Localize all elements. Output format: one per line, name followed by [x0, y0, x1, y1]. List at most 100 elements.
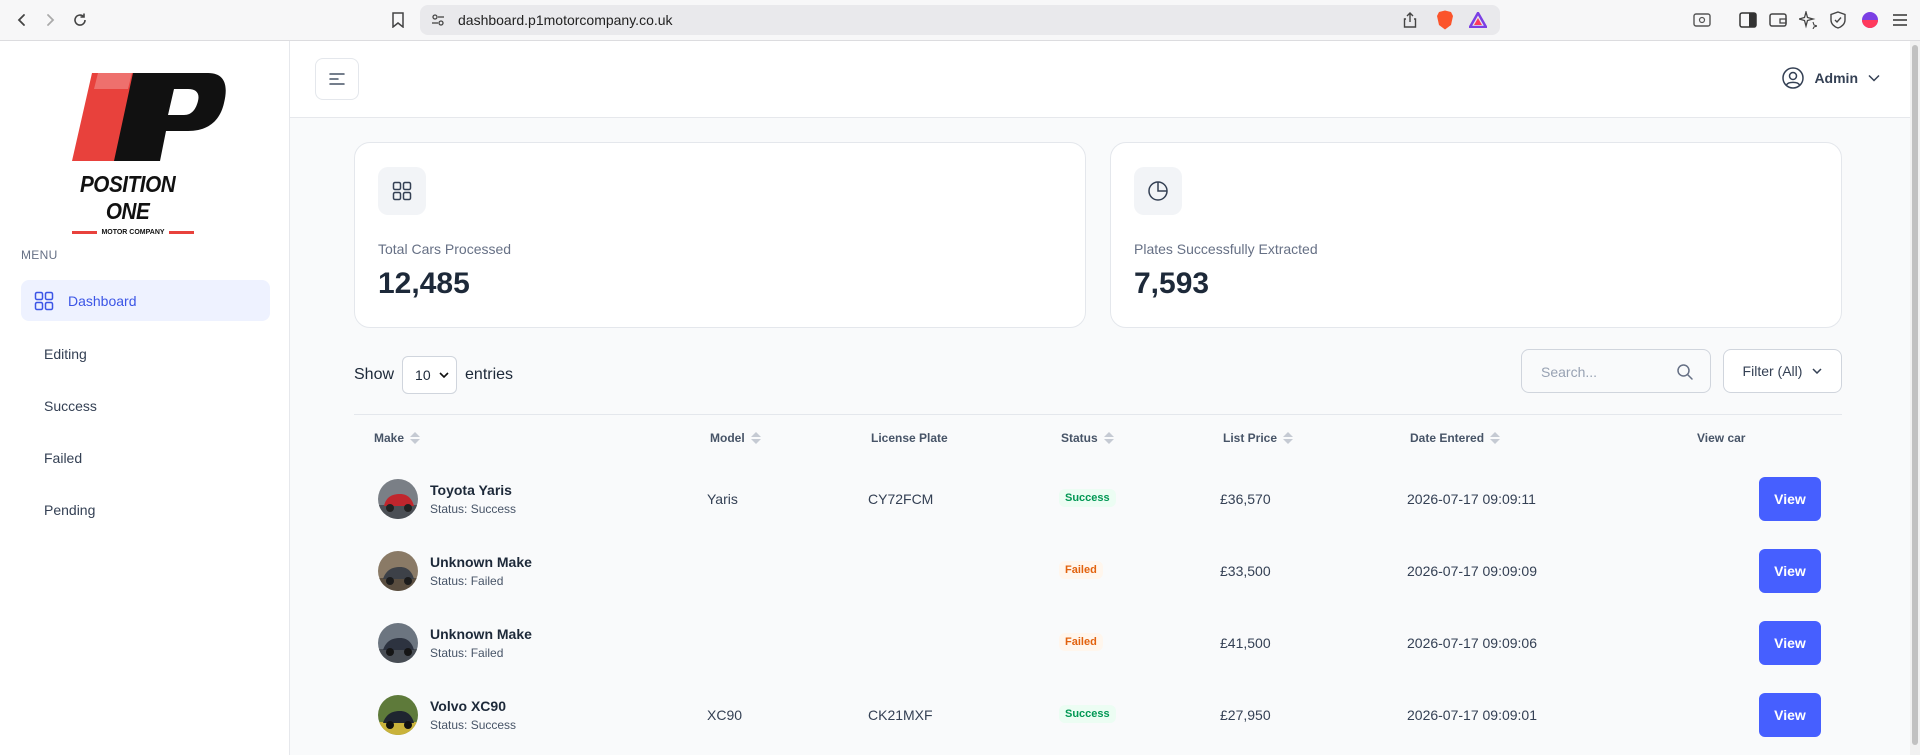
browser-toolbar: dashboard.p1motorcompany.co.uk	[0, 0, 1920, 41]
sort-icon[interactable]	[410, 432, 421, 444]
sort-icon[interactable]	[750, 432, 761, 444]
view-button[interactable]: View	[1759, 621, 1821, 665]
table-controls: Show 10 entries Search... Filter (All)	[354, 349, 1842, 400]
hamburger-menu-icon[interactable]	[1890, 10, 1910, 30]
sidebar-toggle-icon[interactable]	[1738, 10, 1758, 30]
menu-heading: MENU	[21, 248, 58, 262]
chevron-down-icon	[1868, 74, 1880, 82]
pie-chart-icon	[1134, 167, 1182, 215]
stat-value: 7,593	[1134, 267, 1210, 300]
filter-dropdown[interactable]: Filter (All)	[1723, 349, 1842, 393]
table-row: Toyota Yaris Status: Success Yaris CY72F…	[354, 463, 1842, 535]
bookmark-icon[interactable]	[388, 10, 408, 30]
chevron-down-icon	[1812, 368, 1822, 374]
table-row: Unknown Make Status: Failed Failed £33,5…	[354, 535, 1842, 607]
column-header-status[interactable]: Status	[1061, 431, 1114, 445]
status-badge: Success	[1059, 705, 1116, 723]
brand-line-left	[72, 231, 98, 234]
column-header-date-entered[interactable]: Date Entered	[1410, 431, 1501, 445]
entries-select[interactable]: 10	[402, 356, 458, 394]
date-entered: 2026-07-17 09:09:09	[1407, 563, 1537, 579]
entries-control: Show 10 entries	[354, 356, 513, 394]
brave-rewards-icon[interactable]	[1468, 10, 1488, 30]
sidebar-item-dashboard[interactable]: Dashboard	[21, 280, 270, 321]
vpn-shield-icon[interactable]	[1828, 10, 1848, 30]
dashboard-grid-icon	[34, 291, 54, 311]
column-header-license-plate: License Plate	[871, 431, 948, 445]
wallet-icon[interactable]	[1768, 10, 1788, 30]
view-button[interactable]: View	[1759, 477, 1821, 521]
back-icon[interactable]	[10, 8, 34, 32]
address-bar[interactable]: dashboard.p1motorcompany.co.uk	[420, 5, 1500, 35]
search-input[interactable]: Search...	[1521, 349, 1711, 393]
brave-shield-icon[interactable]	[1435, 10, 1455, 30]
list-price: £27,950	[1220, 707, 1271, 723]
car-make: Volvo XC90	[430, 698, 506, 714]
table-row: Volvo XC90 Status: Success XC90 CK21MXF …	[354, 679, 1842, 751]
column-label: Date Entered	[1410, 431, 1485, 445]
scrollbar-thumb[interactable]	[1912, 45, 1918, 745]
car-status-text: Status: Failed	[430, 646, 504, 660]
filter-label: Filter (All)	[1742, 363, 1803, 379]
column-label: Model	[710, 431, 745, 445]
search-placeholder: Search...	[1541, 364, 1598, 380]
brand-logo[interactable]: POSITION ONE MOTOR COMPANY	[70, 69, 230, 236]
sidebar-item-failed[interactable]: Failed	[21, 437, 270, 478]
car-thumbnail	[378, 695, 418, 735]
reader-mode-icon[interactable]	[1692, 10, 1712, 30]
forward-icon[interactable]	[38, 8, 62, 32]
list-price: £41,500	[1220, 635, 1271, 651]
page-scrollbar[interactable]	[1910, 41, 1920, 755]
stat-value: 12,485	[378, 267, 470, 300]
view-button[interactable]: View	[1759, 693, 1821, 737]
column-header-view-car: View car	[1697, 431, 1745, 445]
date-entered: 2026-07-17 09:09:11	[1407, 491, 1536, 507]
sort-icon[interactable]	[1283, 432, 1294, 444]
column-header-model[interactable]: Model	[710, 431, 761, 445]
stat-label: Total Cars Processed	[378, 241, 512, 257]
column-header-list-price[interactable]: List Price	[1223, 431, 1294, 445]
sidebar-item-success[interactable]: Success	[21, 385, 270, 426]
site-settings-icon[interactable]	[428, 10, 448, 30]
sidebar-item-label: Success	[44, 397, 97, 414]
user-menu[interactable]: Admin	[1782, 67, 1880, 89]
sort-icon[interactable]	[1490, 432, 1501, 444]
column-label: View car	[1697, 431, 1746, 445]
brand-line-right	[168, 231, 195, 234]
column-header-make[interactable]: Make	[374, 431, 421, 445]
stat-label: Plates Successfully Extracted	[1134, 241, 1318, 257]
car-status-text: Status: Failed	[430, 574, 504, 588]
column-label: License Plate	[871, 431, 948, 445]
search-icon[interactable]	[1676, 363, 1694, 381]
profile-icon[interactable]	[1860, 10, 1880, 30]
column-label: Make	[374, 431, 405, 445]
view-button[interactable]: View	[1759, 549, 1821, 593]
list-price: £36,570	[1220, 491, 1271, 507]
car-make: Unknown Make	[430, 626, 532, 642]
sidebar-toggle-button[interactable]	[315, 58, 359, 100]
entries-label: entries	[465, 366, 514, 383]
license-plate: CY72FCM	[868, 491, 934, 507]
logo-mark-icon	[72, 73, 226, 161]
sidebar-item-label: Failed	[44, 449, 83, 466]
sort-icon[interactable]	[1103, 432, 1114, 444]
share-icon[interactable]	[1400, 10, 1420, 30]
brand-subtitle-row: MOTOR COMPANY	[72, 229, 195, 236]
sidebar: POSITION ONE MOTOR COMPANY MENU Dashboar…	[0, 41, 290, 755]
table-row: Unknown Make Status: Failed Failed £41,5…	[354, 607, 1842, 679]
brand-subtitle: MOTOR COMPANY	[101, 229, 165, 236]
sidebar-item-label: Pending	[44, 501, 96, 518]
reload-icon[interactable]	[68, 8, 92, 32]
app-header: Admin	[290, 41, 1910, 118]
date-entered: 2026-07-17 09:09:01	[1407, 707, 1537, 723]
status-badge: Failed	[1059, 561, 1103, 579]
chevron-down-icon	[439, 372, 449, 378]
status-badge: Failed	[1059, 633, 1103, 651]
car-status-text: Status: Success	[430, 718, 517, 732]
sidebar-item-editing[interactable]: Editing	[21, 333, 270, 374]
user-name: Admin	[1814, 70, 1858, 86]
leo-ai-icon[interactable]	[1798, 10, 1818, 30]
sidebar-item-pending[interactable]: Pending	[21, 489, 270, 530]
show-label: Show	[354, 366, 395, 383]
car-make: Unknown Make	[430, 554, 532, 570]
